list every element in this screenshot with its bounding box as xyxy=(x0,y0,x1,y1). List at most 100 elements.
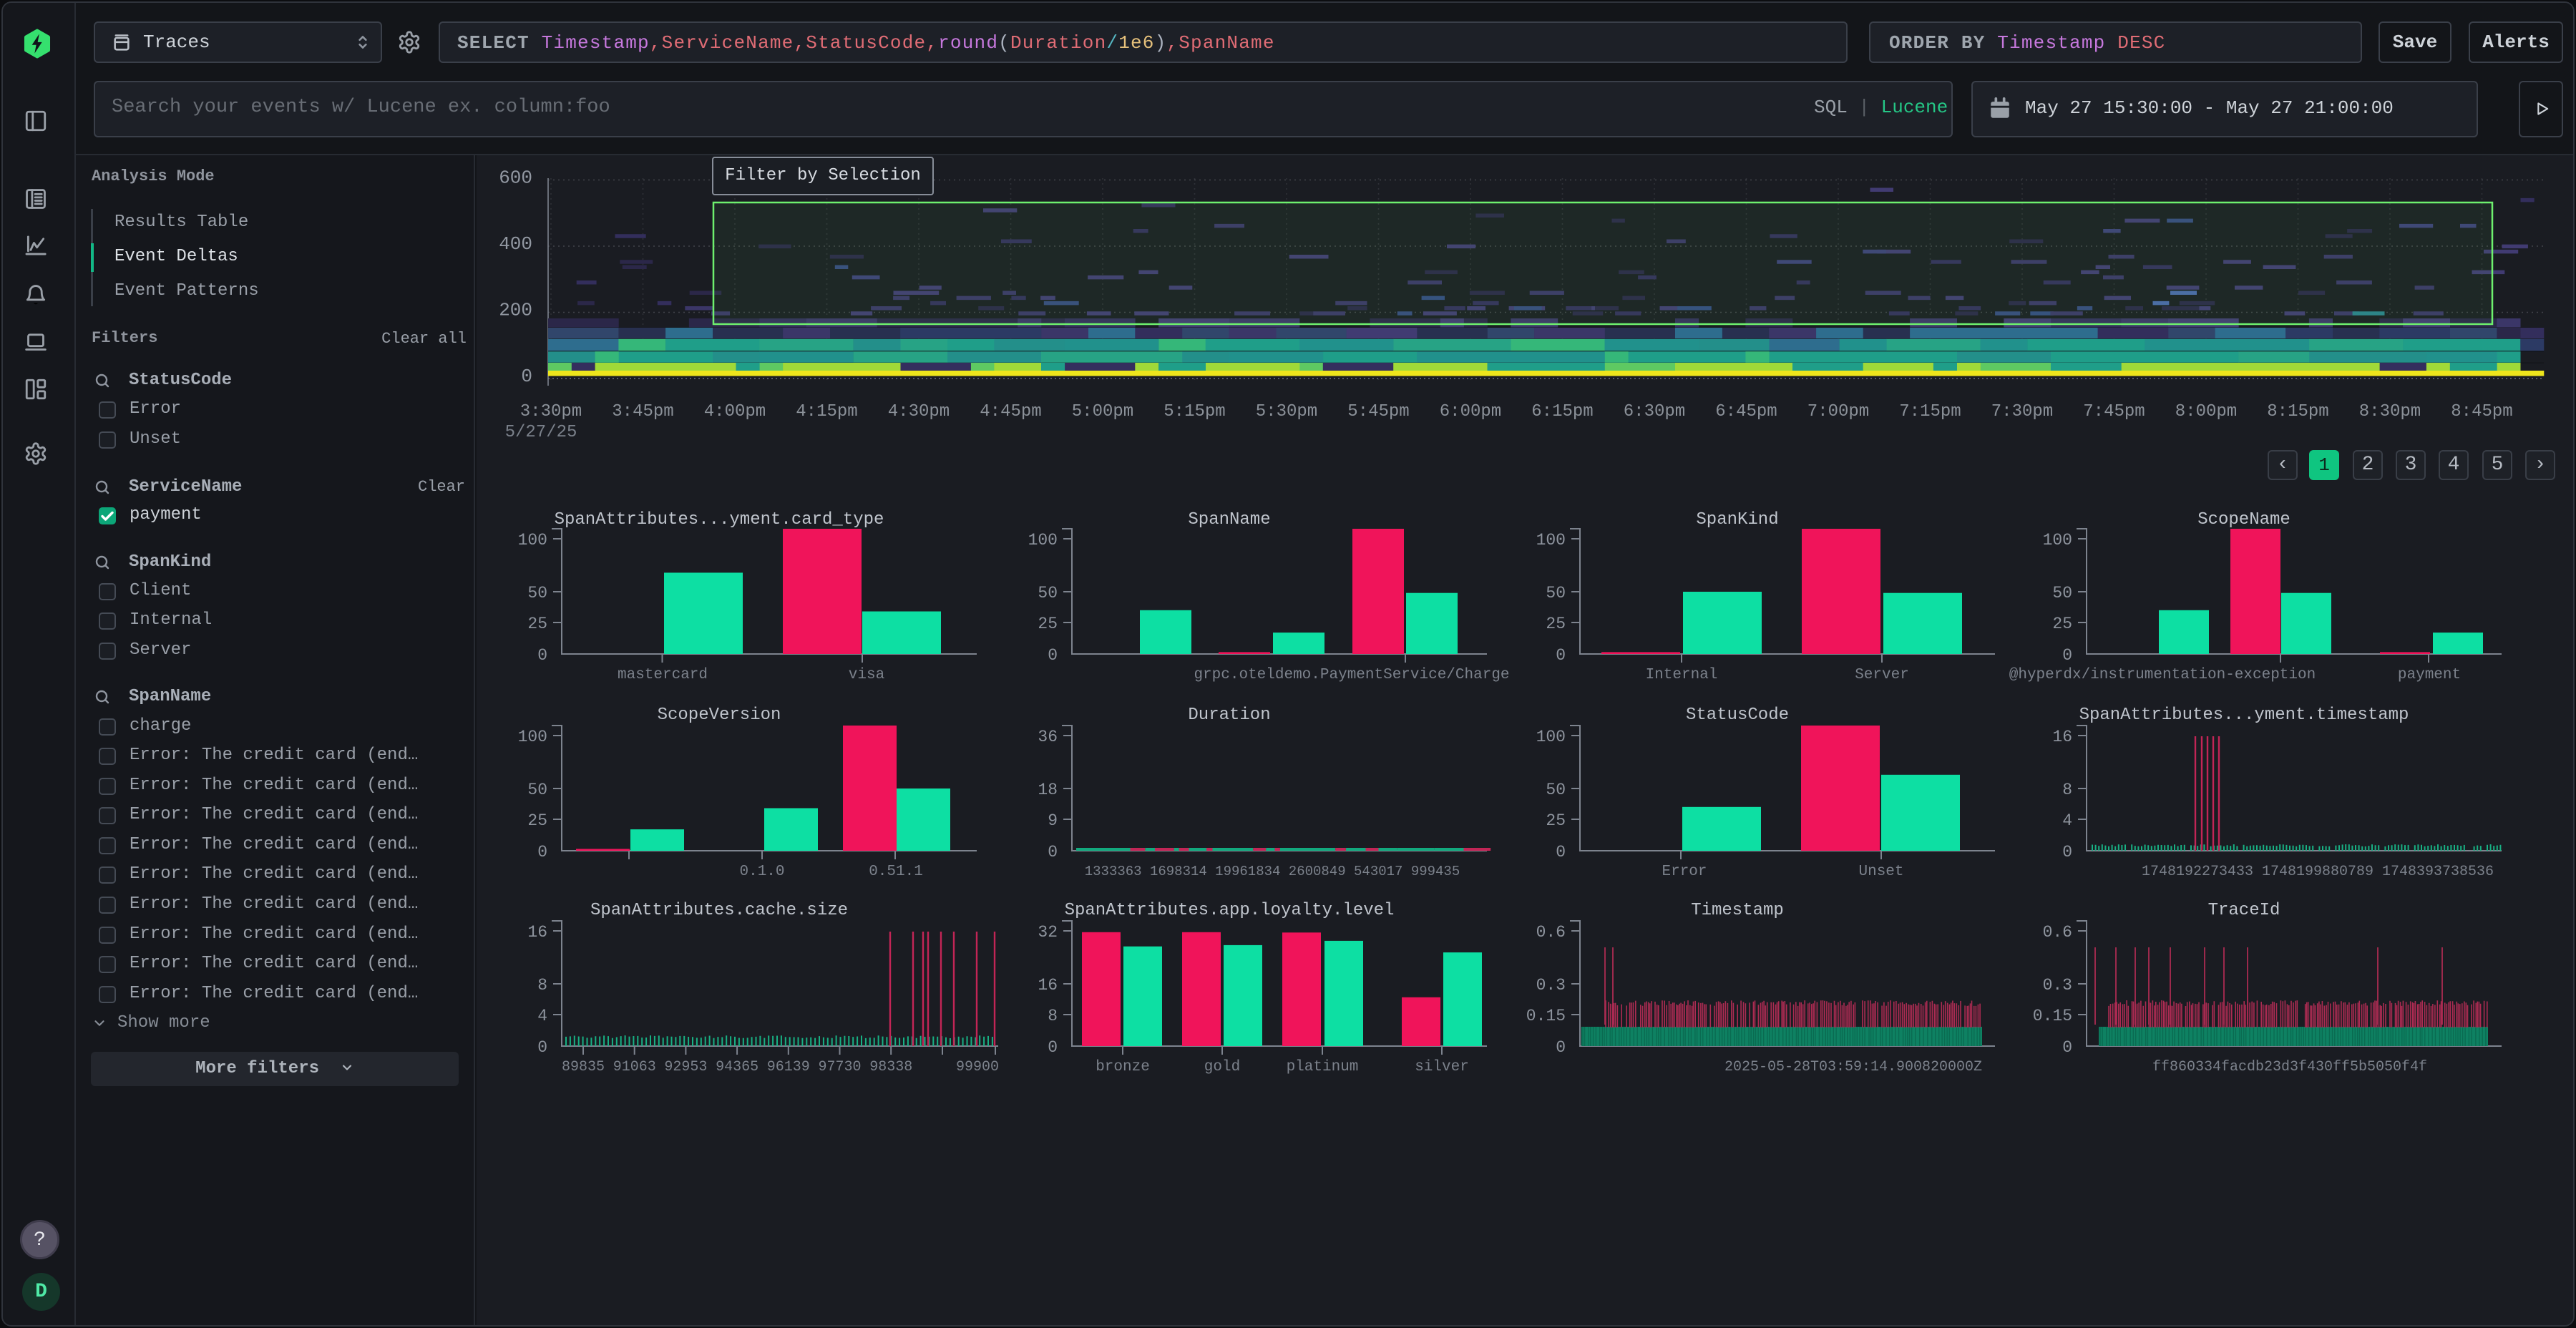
svg-text:0: 0 xyxy=(537,646,547,665)
svg-text:100: 100 xyxy=(1028,531,1058,550)
svg-text:bronze: bronze xyxy=(1096,1059,1150,1075)
svg-text:0.3: 0.3 xyxy=(2043,976,2072,995)
svg-text:32: 32 xyxy=(1038,923,1058,942)
svg-text:94365: 94365 xyxy=(716,1059,758,1075)
svg-text:0.15: 0.15 xyxy=(2033,1007,2072,1025)
svg-text:25: 25 xyxy=(1546,811,1566,830)
svg-text:25: 25 xyxy=(527,811,547,830)
svg-text:36: 36 xyxy=(1038,728,1058,746)
svg-text:16: 16 xyxy=(2052,728,2072,746)
svg-text:50: 50 xyxy=(1546,584,1566,602)
svg-text:4: 4 xyxy=(2062,811,2072,830)
svg-text:100: 100 xyxy=(1536,531,1566,550)
svg-text:0: 0 xyxy=(2062,843,2072,861)
svg-text:grpc.oteldemo.PaymentService/C: grpc.oteldemo.PaymentService/Charge xyxy=(1194,667,1509,683)
svg-text:1748192273433 1748199880789 17: 1748192273433 1748199880789 174839373853… xyxy=(2142,864,2494,880)
svg-text:7:00pm: 7:00pm xyxy=(1807,402,1869,421)
svg-text:@hyperdx/instrumentation-excep: @hyperdx/instrumentation-exception xyxy=(2009,667,2316,683)
svg-text:5:30pm: 5:30pm xyxy=(1256,402,1317,421)
svg-text:ScopeName: ScopeName xyxy=(2197,510,2290,529)
svg-text:visa: visa xyxy=(849,667,884,683)
svg-text:SpanAttributes.cache.size: SpanAttributes.cache.size xyxy=(590,901,848,920)
svg-text:0: 0 xyxy=(537,843,547,861)
svg-text:StatusCode: StatusCode xyxy=(1686,706,1789,725)
svg-text:25: 25 xyxy=(1038,615,1058,633)
svg-text:99900: 99900 xyxy=(956,1059,999,1075)
svg-text:platinum: platinum xyxy=(1287,1059,1359,1075)
svg-text:SpanAttributes...yment.card_ty: SpanAttributes...yment.card_type xyxy=(555,510,884,529)
svg-text:0.6: 0.6 xyxy=(1536,923,1566,942)
svg-text:96139: 96139 xyxy=(767,1059,810,1075)
svg-text:1333363 1698314 19961834 26008: 1333363 1698314 19961834 2600849 543017 … xyxy=(1085,864,1460,879)
svg-text:6:00pm: 6:00pm xyxy=(1440,402,1501,421)
svg-text:25: 25 xyxy=(2052,615,2072,633)
svg-text:0.3: 0.3 xyxy=(1536,976,1566,995)
svg-text:100: 100 xyxy=(1536,728,1566,746)
svg-text:gold: gold xyxy=(1204,1059,1240,1075)
svg-text:SpanKind: SpanKind xyxy=(1696,510,1778,529)
svg-text:SpanAttributes.app.loyalty.lev: SpanAttributes.app.loyalty.level xyxy=(1065,901,1395,920)
svg-text:50: 50 xyxy=(527,781,547,799)
svg-text:97730: 97730 xyxy=(818,1059,861,1075)
svg-text:8:15pm: 8:15pm xyxy=(2267,402,2328,421)
svg-text:Timestamp: Timestamp xyxy=(1691,901,1784,920)
svg-text:5:45pm: 5:45pm xyxy=(1347,402,1409,421)
svg-text:25: 25 xyxy=(1546,615,1566,633)
svg-text:0: 0 xyxy=(1556,843,1566,861)
svg-text:0: 0 xyxy=(521,366,532,387)
svg-text:9: 9 xyxy=(1048,811,1058,830)
svg-text:Internal: Internal xyxy=(1646,667,1718,683)
svg-text:8: 8 xyxy=(537,976,547,995)
svg-text:5:15pm: 5:15pm xyxy=(1163,402,1225,421)
svg-text:0: 0 xyxy=(1048,646,1058,665)
svg-text:4:30pm: 4:30pm xyxy=(888,402,950,421)
svg-text:400: 400 xyxy=(499,233,532,255)
svg-text:7:15pm: 7:15pm xyxy=(1899,402,1961,421)
svg-text:4:15pm: 4:15pm xyxy=(796,402,857,421)
svg-text:0: 0 xyxy=(1048,843,1058,861)
svg-text:4:00pm: 4:00pm xyxy=(704,402,766,421)
svg-text:0: 0 xyxy=(537,1038,547,1057)
svg-text:8:45pm: 8:45pm xyxy=(2451,402,2512,421)
svg-text:0: 0 xyxy=(1556,646,1566,665)
svg-text:0.6: 0.6 xyxy=(2043,923,2072,942)
svg-text:100: 100 xyxy=(518,728,547,746)
svg-text:Server: Server xyxy=(1855,667,1909,683)
svg-text:0.51.1: 0.51.1 xyxy=(869,864,923,880)
svg-text:600: 600 xyxy=(499,167,532,189)
svg-text:2025-05-28T03:59:14.900820000Z: 2025-05-28T03:59:14.900820000Z xyxy=(1724,1059,1982,1075)
svg-text:91063: 91063 xyxy=(613,1059,656,1075)
svg-text:silver: silver xyxy=(1415,1059,1469,1075)
svg-text:0.1.0: 0.1.0 xyxy=(739,864,784,880)
svg-text:18: 18 xyxy=(1038,781,1058,799)
svg-text:100: 100 xyxy=(518,531,547,550)
svg-text:16: 16 xyxy=(1038,976,1058,995)
svg-text:8: 8 xyxy=(1048,1007,1058,1025)
svg-text:4:45pm: 4:45pm xyxy=(980,402,1041,421)
svg-text:100: 100 xyxy=(2043,531,2072,550)
svg-text:ScopeVersion: ScopeVersion xyxy=(658,706,781,725)
svg-text:SpanAttributes...yment.timesta: SpanAttributes...yment.timestamp xyxy=(2079,706,2409,725)
svg-text:payment: payment xyxy=(2398,667,2461,683)
svg-text:8: 8 xyxy=(2062,781,2072,799)
svg-text:SpanName: SpanName xyxy=(1188,510,1270,529)
svg-text:5/27/25: 5/27/25 xyxy=(505,423,577,442)
svg-text:0: 0 xyxy=(1556,1038,1566,1057)
svg-text:89835: 89835 xyxy=(562,1059,605,1075)
svg-text:25: 25 xyxy=(527,615,547,633)
svg-text:Duration: Duration xyxy=(1188,706,1270,725)
svg-text:0.15: 0.15 xyxy=(1526,1007,1566,1025)
svg-text:0: 0 xyxy=(2062,1038,2072,1057)
svg-text:4: 4 xyxy=(537,1007,547,1025)
svg-text:6:45pm: 6:45pm xyxy=(1715,402,1777,421)
svg-text:7:45pm: 7:45pm xyxy=(2083,402,2145,421)
svg-text:50: 50 xyxy=(1038,584,1058,602)
svg-text:0: 0 xyxy=(1048,1038,1058,1057)
svg-text:6:30pm: 6:30pm xyxy=(1624,402,1685,421)
svg-text:mastercard: mastercard xyxy=(618,667,708,683)
svg-text:ff860334facdb23d3f430ff5b5050f: ff860334facdb23d3f430ff5b5050f4f xyxy=(2152,1059,2427,1075)
svg-text:8:00pm: 8:00pm xyxy=(2175,402,2237,421)
svg-text:6:15pm: 6:15pm xyxy=(1531,402,1593,421)
svg-text:Error: Error xyxy=(1662,864,1707,880)
svg-text:3:45pm: 3:45pm xyxy=(612,402,673,421)
